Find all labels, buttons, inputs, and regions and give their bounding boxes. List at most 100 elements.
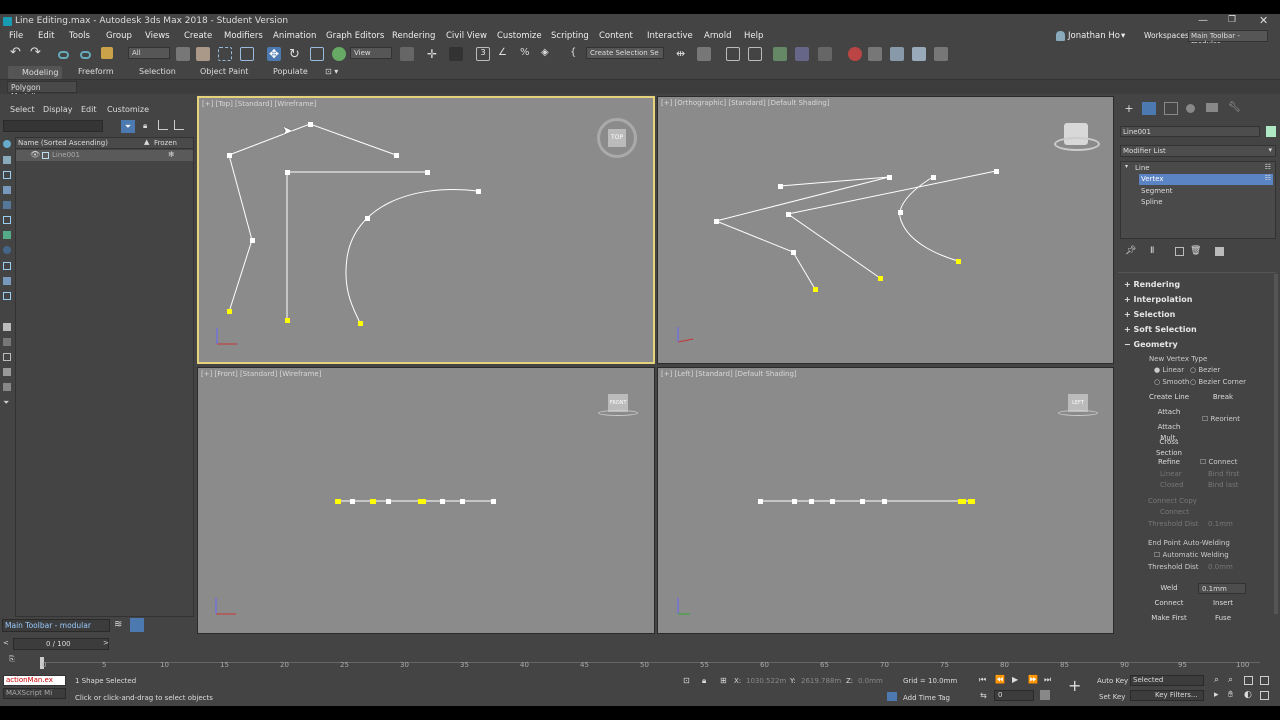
viewport-left[interactable]: [+] [Left] [Standard] [Default Shading] … bbox=[657, 367, 1114, 634]
smooth-radio[interactable]: ○ Smooth bbox=[1154, 378, 1189, 386]
connect-copy-checkbox[interactable]: Connect bbox=[1160, 508, 1189, 516]
user-dropdown-icon[interactable]: ▾ bbox=[1121, 31, 1125, 41]
schematic-view-icon[interactable] bbox=[818, 47, 832, 61]
motion-tab-icon[interactable] bbox=[1186, 104, 1195, 113]
reference-coord-dropdown[interactable]: View bbox=[350, 47, 392, 59]
display-tab-icon[interactable] bbox=[1206, 103, 1218, 112]
menu-content[interactable]: Content bbox=[599, 31, 633, 41]
display-children-icon[interactable] bbox=[3, 353, 11, 361]
menu-civil-view[interactable]: Civil View bbox=[446, 31, 487, 41]
object-color-swatch[interactable] bbox=[1266, 126, 1276, 137]
display-helpers-icon[interactable] bbox=[3, 216, 11, 224]
go-to-start-icon[interactable]: ⏮ bbox=[979, 675, 986, 685]
add-time-tag[interactable]: Add Time Tag bbox=[903, 694, 950, 702]
bezier-corner-radio[interactable]: ○ Bezier Corner bbox=[1190, 378, 1246, 386]
next-frame-icon[interactable]: ⏩ bbox=[1028, 675, 1038, 684]
menu-group[interactable]: Group bbox=[106, 31, 132, 41]
bind-first-checkbox[interactable]: Bind first bbox=[1208, 470, 1240, 478]
reorient-checkbox[interactable]: ☐ Reorient bbox=[1202, 415, 1240, 423]
time-tag-icon[interactable] bbox=[887, 692, 897, 701]
mirror-icon[interactable]: ⇹ bbox=[676, 47, 690, 61]
display-bones-icon[interactable] bbox=[3, 262, 11, 270]
stack-item-spline[interactable]: Spline bbox=[1141, 198, 1163, 206]
explorer-search-input[interactable] bbox=[3, 120, 103, 132]
list-item[interactable]: 👁︎ Line001 ❄ bbox=[16, 150, 193, 161]
layer-manage-icon[interactable]: ≋ bbox=[114, 619, 122, 630]
selection-lock-icon[interactable]: 🔒︎ bbox=[702, 676, 706, 686]
invert-display-icon[interactable] bbox=[3, 338, 11, 346]
attach-mult-button[interactable]: Attach Mult. bbox=[1148, 422, 1190, 442]
keyboard-shortcut-icon[interactable] bbox=[449, 47, 463, 61]
pivot-icon[interactable] bbox=[400, 47, 414, 61]
display-lights-icon[interactable] bbox=[3, 186, 11, 194]
command-panel-scrollbar[interactable] bbox=[1274, 274, 1278, 614]
rollout-rendering[interactable]: + Rendering bbox=[1124, 280, 1180, 289]
visibility-eye-icon[interactable]: 👁︎ bbox=[30, 150, 40, 159]
prev-frame-icon[interactable]: ⏪ bbox=[995, 675, 1005, 684]
z-coord-field[interactable]: 0.0mm bbox=[858, 677, 883, 685]
rollout-selection[interactable]: + Selection bbox=[1124, 310, 1175, 319]
named-selection-dropdown[interactable]: Create Selection Se bbox=[586, 47, 664, 59]
display-cameras-icon[interactable] bbox=[3, 201, 11, 209]
display-spacewarps-icon[interactable] bbox=[3, 231, 11, 239]
stack-expand-icon[interactable]: ▾ bbox=[1125, 163, 1128, 170]
display-xrefs-icon[interactable] bbox=[3, 292, 11, 300]
maxscript-listener[interactable]: actionMan.ex bbox=[3, 675, 66, 686]
unlink-icon[interactable] bbox=[80, 51, 91, 59]
layer-grid-icon[interactable] bbox=[130, 618, 144, 632]
rect-selection-icon[interactable] bbox=[218, 47, 232, 61]
redo-icon[interactable]: ↷ bbox=[30, 45, 44, 60]
viewport-front[interactable]: [+] [Front] [Standard] [Wireframe] FRONT bbox=[197, 367, 655, 634]
curve-editor-icon[interactable] bbox=[773, 47, 787, 61]
snaps-toggle-icon[interactable]: 3 bbox=[476, 47, 490, 61]
move-icon[interactable]: ✥ bbox=[267, 47, 281, 61]
rollout-interpolation[interactable]: + Interpolation bbox=[1124, 295, 1193, 304]
ribbon-tab-modeling[interactable]: Modeling bbox=[8, 66, 62, 79]
key-filters-button[interactable]: Key Filters... bbox=[1130, 690, 1204, 701]
set-key-button[interactable]: Set Key bbox=[1099, 693, 1125, 701]
utilities-tab-icon[interactable]: 🔧︎ bbox=[1228, 102, 1241, 113]
menu-help[interactable]: Help bbox=[744, 31, 763, 41]
zoom-all-icon[interactable]: ⌕ bbox=[1228, 675, 1233, 685]
threshold-dist-spinner[interactable]: 0.0mm bbox=[1208, 563, 1233, 571]
scene-explorer-icon[interactable] bbox=[748, 47, 762, 61]
weld-spinner[interactable]: 0.1mm bbox=[1198, 583, 1246, 594]
display-geometry-icon[interactable] bbox=[3, 156, 11, 164]
layer-explorer-icon[interactable] bbox=[726, 47, 740, 61]
zoom-extents-icon[interactable] bbox=[1244, 676, 1253, 685]
menu-views[interactable]: Views bbox=[145, 31, 170, 41]
time-config-icon[interactable] bbox=[1040, 690, 1050, 700]
viewport-orthographic[interactable]: [+] [Orthographic] [Standard] [Default S… bbox=[657, 96, 1114, 364]
maximize-icon[interactable]: ❐ bbox=[1228, 15, 1236, 25]
threshold-spinner[interactable]: 0.1mm bbox=[1208, 520, 1233, 528]
link-icon[interactable] bbox=[58, 51, 69, 59]
explorer-menu-select[interactable]: Select bbox=[10, 105, 35, 114]
track-bar-icon[interactable]: ⎘ bbox=[9, 655, 15, 664]
display-influences-icon[interactable] bbox=[3, 368, 11, 376]
orbit-icon[interactable]: ◐ bbox=[1244, 690, 1252, 700]
filter-funnel-icon[interactable]: ⏷ bbox=[3, 399, 11, 407]
maximize-viewport-icon[interactable] bbox=[1260, 691, 1269, 700]
place-icon[interactable] bbox=[332, 47, 346, 61]
display-all-icon[interactable] bbox=[3, 323, 11, 331]
rollout-geometry[interactable]: − Geometry bbox=[1124, 340, 1178, 349]
bezier-radio[interactable]: ○ Bezier bbox=[1190, 366, 1220, 374]
workspace-dropdown[interactable]: Main Toolbar - modular bbox=[1188, 30, 1268, 48]
scale-icon[interactable] bbox=[310, 47, 324, 61]
rendered-frame-icon[interactable] bbox=[890, 47, 904, 61]
modifier-list-dropdown[interactable]: Modifier List ▾ bbox=[1120, 145, 1276, 157]
zoom-extents-all-icon[interactable] bbox=[1260, 676, 1269, 685]
window-crossing-icon[interactable] bbox=[240, 47, 254, 61]
play-icon[interactable]: ▶ bbox=[1012, 675, 1018, 684]
connect-button[interactable]: Connect bbox=[1148, 598, 1190, 609]
modify-tab-icon[interactable] bbox=[1142, 102, 1156, 115]
viewcube-top[interactable]: TOP bbox=[597, 118, 637, 158]
dope-sheet-icon[interactable] bbox=[795, 47, 809, 61]
attach-button[interactable]: Attach bbox=[1148, 407, 1190, 418]
edit-named-selection-icon[interactable]: { bbox=[570, 47, 584, 61]
zoom-icon[interactable]: ⌕ bbox=[1214, 675, 1219, 685]
polygon-modeling-panel[interactable]: Polygon Modeling bbox=[7, 81, 77, 101]
explorer-menu-display[interactable]: Display bbox=[43, 105, 73, 114]
explorer-filter-icon[interactable]: ⏷ bbox=[121, 120, 135, 133]
closed-checkbox[interactable]: Closed bbox=[1160, 481, 1184, 489]
